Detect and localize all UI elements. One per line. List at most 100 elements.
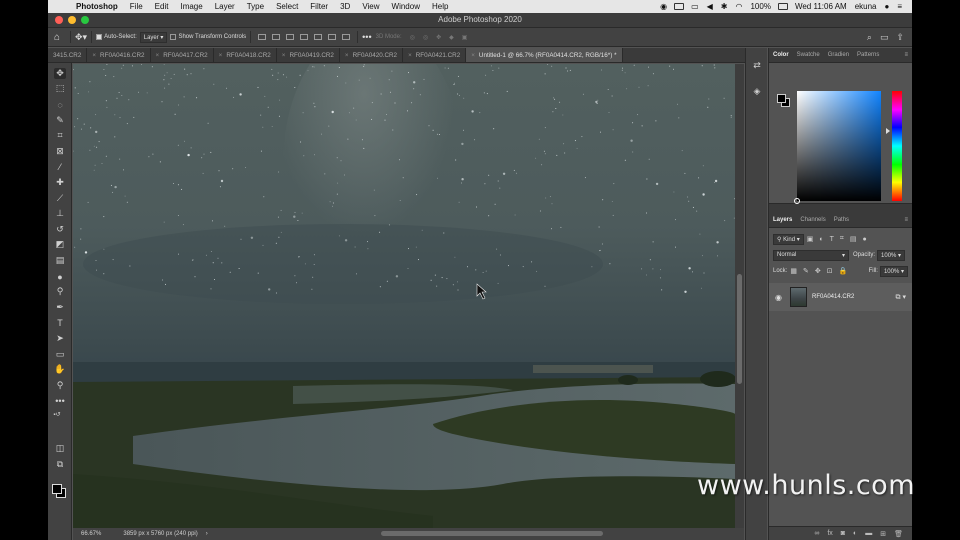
align-left-icon[interactable] <box>300 34 309 40</box>
dodge-tool-icon[interactable]: ⚲ <box>54 286 66 297</box>
user-name[interactable]: ekuna <box>851 2 881 11</box>
crop-tool-icon[interactable]: ⌗ <box>54 130 66 141</box>
tab-paths[interactable]: Paths <box>830 217 853 223</box>
tab-gradients[interactable]: Gradien <box>824 52 853 58</box>
tab-channels[interactable]: Channels <box>796 217 829 223</box>
close-tab-icon[interactable]: × <box>219 52 223 59</box>
learn-panel-icon[interactable]: ◈ <box>751 86 763 98</box>
history-brush-tool-icon[interactable]: ↺ <box>54 224 66 235</box>
tab-document[interactable]: × RF0A0421.CR2 <box>403 48 467 62</box>
creative-cloud-icon[interactable]: ◉ <box>656 2 671 11</box>
tab-document[interactable]: × RF0A0416.CR2 <box>87 48 151 62</box>
hand-tool-icon[interactable]: ✋ <box>54 364 66 375</box>
menu-3d[interactable]: 3D <box>334 2 356 11</box>
eye-visibility-icon[interactable]: ◉ <box>775 293 787 302</box>
saturation-brightness-field[interactable] <box>794 91 881 204</box>
quick-select-tool-icon[interactable]: ✎ <box>54 115 66 126</box>
status-menu-arrow[interactable]: › <box>198 531 208 537</box>
close-tab-icon[interactable]: × <box>345 52 349 59</box>
lock-all-icon[interactable]: 🔒 <box>839 267 848 275</box>
vertical-scrollbar[interactable] <box>735 64 744 528</box>
close-tab-icon[interactable]: × <box>156 52 160 59</box>
auto-select-dropdown[interactable]: Layer ▾ <box>139 31 168 43</box>
menu-edit[interactable]: Edit <box>149 2 175 11</box>
clone-stamp-tool-icon[interactable]: ⊥ <box>54 208 66 219</box>
tab-document-active[interactable]: × Untitled-1 @ 66.7% (RF0A0414.CR2, RGB/1… <box>466 48 623 62</box>
lasso-tool-icon[interactable]: ◌ <box>54 99 66 110</box>
new-layer-icon[interactable]: ⊞ <box>880 530 886 538</box>
tab-document[interactable]: 3415.CR2 <box>48 48 88 62</box>
bluetooth-icon[interactable]: ✱ <box>717 2 732 11</box>
tab-color[interactable]: Color <box>769 52 793 58</box>
blend-mode-dropdown[interactable]: Normal ▾ <box>773 249 849 261</box>
menu-select[interactable]: Select <box>270 2 304 11</box>
layer-name[interactable]: RF0A0414.CR2 <box>812 294 854 300</box>
tab-document[interactable]: × RF0A0420.CR2 <box>340 48 404 62</box>
quick-mask-icon[interactable]: ◫ <box>54 443 66 454</box>
path-select-tool-icon[interactable]: ➤ <box>54 333 66 344</box>
eraser-tool-icon[interactable]: ◩ <box>54 239 66 250</box>
tab-swatches[interactable]: Swatche <box>793 52 824 58</box>
home-icon[interactable]: ⌂ <box>48 32 66 43</box>
menu-help[interactable]: Help <box>426 2 454 11</box>
menu-type[interactable]: Type <box>241 2 270 11</box>
auto-select-checkbox[interactable] <box>96 34 103 40</box>
tab-layers[interactable]: Layers <box>769 217 796 223</box>
clock[interactable]: Wed 11:06 AM <box>791 2 851 11</box>
fill-field[interactable]: 100% ▾ <box>879 265 908 277</box>
move-tool-preset-icon[interactable]: ✥▾ <box>75 32 87 43</box>
workspace-icon[interactable]: ▭ <box>880 32 889 43</box>
align-bottom-icon[interactable] <box>286 34 295 40</box>
display-icon[interactable] <box>674 3 685 10</box>
filter-kind-dropdown[interactable]: ⚲ Kind ▾ <box>773 233 804 245</box>
align-hcenter-icon[interactable] <box>314 34 323 40</box>
hue-slider[interactable] <box>886 91 902 201</box>
filter-type-icon[interactable]: T <box>830 236 834 243</box>
close-tab-icon[interactable]: × <box>471 52 475 59</box>
lock-transparent-icon[interactable]: ▦ <box>790 267 797 275</box>
adjustments-panel-icon[interactable]: ⇄ <box>751 60 763 72</box>
new-group-icon[interactable]: ▬ <box>865 530 872 537</box>
pen-tool-icon[interactable]: ✒ <box>54 302 66 313</box>
eyedropper-tool-icon[interactable]: ⁄ <box>54 161 66 172</box>
gradient-tool-icon[interactable]: ▤ <box>54 255 66 266</box>
menu-image[interactable]: Image <box>174 2 208 11</box>
notification-center-icon[interactable]: ≡ <box>893 2 906 11</box>
type-tool-icon[interactable]: T <box>54 317 66 328</box>
color-foreground-swatch[interactable] <box>777 94 786 103</box>
menu-app-name[interactable]: Photoshop <box>70 2 124 11</box>
align-top-icon[interactable] <box>258 34 267 40</box>
rectangle-tool-icon[interactable]: ▭ <box>54 349 66 360</box>
filter-smart-object-icon[interactable]: ▤ <box>850 235 857 243</box>
menu-file[interactable]: File <box>124 2 149 11</box>
smart-object-icon[interactable]: ⧉ ▾ <box>896 293 906 302</box>
siri-icon[interactable]: ● <box>880 2 893 11</box>
scrollbar-thumb[interactable] <box>737 274 742 384</box>
align-vcenter-icon[interactable] <box>272 34 281 40</box>
search-icon[interactable]: ⌕ <box>867 32 872 43</box>
panel-menu-icon[interactable]: ≡ <box>900 52 912 58</box>
menu-window[interactable]: Window <box>386 2 426 11</box>
lock-position-icon[interactable]: ✥ <box>815 267 821 275</box>
default-colors-icon[interactable]: ▪↺ <box>51 409 63 420</box>
layer-row[interactable]: ◉ RF0A0414.CR2 ⧉ ▾ <box>769 283 912 311</box>
add-mask-icon[interactable]: ◙ <box>841 530 845 537</box>
filter-toggle-icon[interactable]: ● <box>862 236 866 243</box>
zoom-level[interactable]: 66.67% <box>73 531 101 537</box>
wifi-icon[interactable]: ◠ <box>732 2 747 11</box>
healing-brush-tool-icon[interactable]: ✚ <box>54 177 66 188</box>
tab-document[interactable]: × RF0A0417.CR2 <box>151 48 214 62</box>
tab-patterns[interactable]: Patterns <box>853 52 883 58</box>
tab-document[interactable]: × RF0A0419.CR2 <box>277 48 340 62</box>
airplay-icon[interactable]: ▭ <box>687 2 703 11</box>
foreground-color-swatch[interactable] <box>52 484 62 494</box>
brush-tool-icon[interactable]: ⟋ <box>54 193 66 204</box>
horizontal-scrollbar-thumb[interactable] <box>381 531 603 536</box>
menu-filter[interactable]: Filter <box>304 2 334 11</box>
more-options-icon[interactable]: ••• <box>362 32 371 42</box>
share-icon[interactable]: ⇪ <box>896 32 904 43</box>
link-layers-icon[interactable]: ∞ <box>814 530 819 537</box>
move-tool-icon[interactable]: ✥ <box>54 68 66 79</box>
distribute-icon[interactable] <box>342 34 351 40</box>
frame-tool-icon[interactable]: ⊠ <box>54 146 66 157</box>
